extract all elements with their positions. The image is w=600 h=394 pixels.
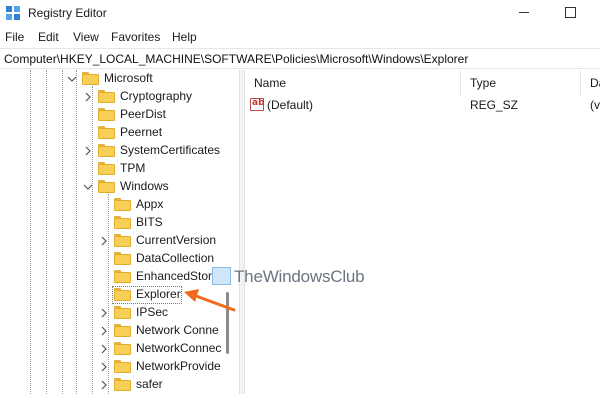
chevron-right-icon[interactable] [99, 236, 109, 246]
values-list[interactable]: Name Type Da ab (Default) REG_SZ (va [245, 70, 600, 394]
tree-node-label: PeerDist [120, 107, 167, 121]
column-header-name[interactable]: Name [245, 70, 461, 95]
tree-node[interactable]: safer [0, 376, 239, 394]
folder-icon [114, 378, 131, 391]
folder-icon [114, 306, 131, 319]
tree-node[interactable]: PeerDist [0, 106, 239, 124]
tree-node-label: BITS [136, 215, 163, 229]
menu-edit[interactable]: Edit [38, 30, 59, 44]
maximize-button[interactable] [547, 0, 593, 26]
tree-node[interactable]: BITS [0, 214, 239, 232]
tree-node[interactable]: SystemCertificates [0, 142, 239, 160]
tree-node-label: NetworkProvide [136, 359, 221, 373]
tree-node-label: Network Conne [136, 323, 219, 337]
tree-node[interactable]: Microsoft [0, 70, 239, 88]
folder-icon [98, 162, 115, 175]
folder-icon [82, 72, 99, 85]
tree-node[interactable]: Cryptography [0, 88, 239, 106]
tree-node[interactable]: Peernet [0, 124, 239, 142]
menu-file[interactable]: File [5, 30, 24, 44]
tree-node-label: Appx [136, 197, 164, 211]
tree-node-label: SystemCertificates [120, 143, 221, 157]
address-bar[interactable]: Computer\HKEY_LOCAL_MACHINE\SOFTWARE\Pol… [0, 48, 600, 69]
address-path[interactable]: Computer\HKEY_LOCAL_MACHINE\SOFTWARE\Pol… [4, 52, 468, 66]
folder-icon [114, 270, 131, 283]
folder-icon [114, 252, 131, 265]
tree-node[interactable]: TPM [0, 160, 239, 178]
key-tree[interactable]: Microsoft Cryptography PeerDist Peernet Syst… [0, 70, 239, 394]
tree-node-label: Microsoft [104, 71, 153, 85]
folder-icon [98, 180, 115, 193]
title-bar: Registry Editor [0, 0, 600, 26]
folder-icon [98, 126, 115, 139]
column-header-data[interactable]: Da [581, 70, 600, 95]
chevron-right-icon[interactable] [83, 92, 93, 102]
value-name: (Default) [267, 98, 314, 112]
tree-node-label: Explorer [136, 287, 181, 301]
folder-icon [114, 216, 131, 229]
value-row[interactable]: ab (Default) REG_SZ (va [245, 95, 600, 115]
menu-favorites[interactable]: Favorites [111, 30, 160, 44]
folder-icon [98, 90, 115, 103]
chevron-down-icon[interactable] [67, 74, 77, 84]
folder-icon [114, 324, 131, 337]
value-type: REG_SZ [470, 98, 519, 112]
folder-icon [114, 234, 131, 247]
menu-bar: File Edit View Favorites Help [0, 27, 600, 47]
folder-icon [114, 360, 131, 373]
tree-node-label: NetworkConnec [136, 341, 222, 355]
tree-node-label: IPSec [136, 305, 169, 319]
window-title: Registry Editor [28, 6, 107, 20]
registry-editor-icon [5, 5, 21, 21]
chevron-right-icon[interactable] [99, 308, 109, 318]
chevron-right-icon[interactable] [99, 362, 109, 372]
folder-icon [98, 144, 115, 157]
arrow-pointer-icon [184, 289, 236, 312]
tree-node[interactable]: NetworkConnec [0, 340, 239, 358]
tree-node[interactable]: DataCollection [0, 250, 239, 268]
minimize-button[interactable] [501, 0, 547, 26]
chevron-right-icon[interactable] [83, 146, 93, 156]
string-value-icon: ab [250, 98, 265, 111]
folder-icon [114, 288, 131, 301]
tree-node[interactable]: Appx [0, 196, 239, 214]
tree-node-label: Cryptography [120, 89, 193, 103]
folder-icon [98, 108, 115, 121]
value-data: (va [590, 98, 600, 112]
tree-node-label: Peernet [120, 125, 163, 139]
menu-view[interactable]: View [73, 30, 99, 44]
tree-node-label: TPM [120, 161, 146, 175]
column-header-type[interactable]: Type [461, 70, 581, 95]
tree-node[interactable]: CurrentVersion [0, 232, 239, 250]
tree-node-label: safer [136, 377, 163, 391]
tree-node-label: DataCollection [136, 251, 215, 265]
tree-node-label: CurrentVersion [136, 233, 217, 247]
chevron-right-icon[interactable] [99, 344, 109, 354]
chevron-right-icon[interactable] [99, 380, 109, 390]
tree-node[interactable]: Windows [0, 178, 239, 196]
menu-help[interactable]: Help [172, 30, 197, 44]
folder-icon [114, 342, 131, 355]
chevron-right-icon[interactable] [99, 326, 109, 336]
tree-node[interactable]: NetworkProvide [0, 358, 239, 376]
chevron-down-icon[interactable] [83, 182, 93, 192]
tree-node[interactable]: Network Conne [0, 322, 239, 340]
watermark-text: TheWindowsClub [234, 267, 365, 286]
folder-icon [114, 198, 131, 211]
tree-node-label: Windows [120, 179, 169, 193]
